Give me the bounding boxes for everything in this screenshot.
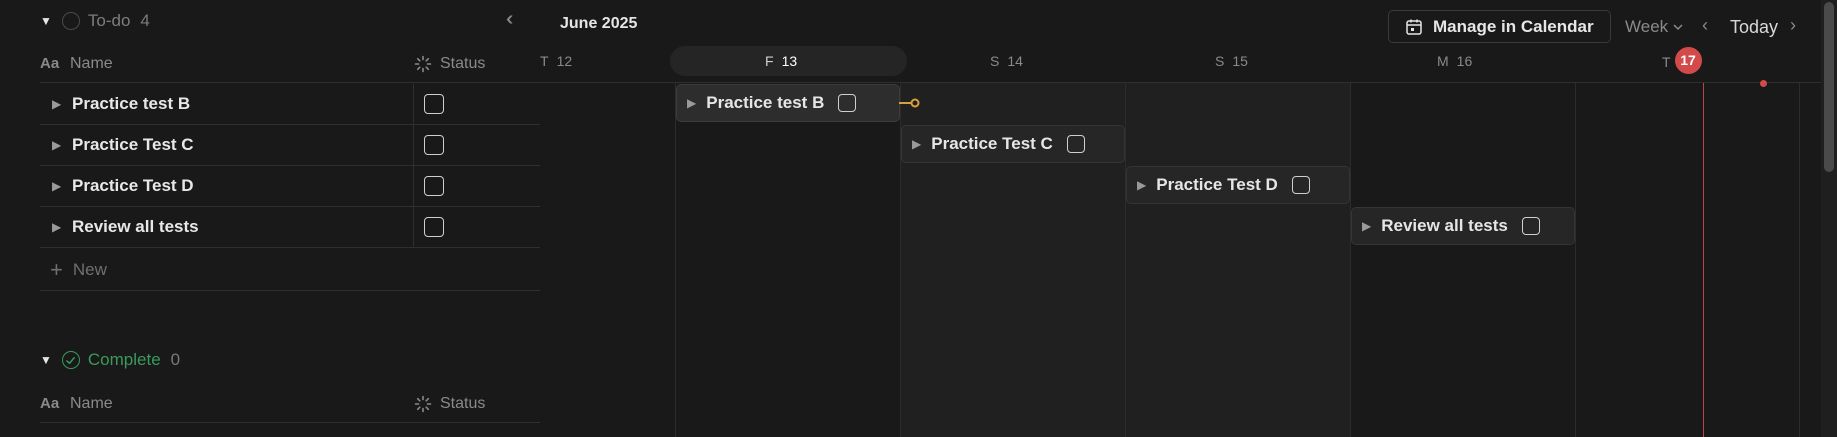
view-label: Week (1625, 17, 1669, 36)
collapse-triangle-icon[interactable]: ▼ (40, 353, 52, 367)
day-label: S 14 (990, 53, 1023, 69)
table-row[interactable]: ▶ Practice Test D (40, 166, 540, 207)
status-checkbox[interactable] (424, 135, 444, 155)
day-gridline (1350, 83, 1351, 437)
bar-label: Practice Test D (1156, 175, 1278, 194)
table-row[interactable]: ▶ Review all tests (40, 207, 540, 248)
new-row-button[interactable]: + New (40, 249, 540, 291)
status-checkbox[interactable] (424, 94, 444, 114)
group-label: To-do (87, 11, 131, 30)
vertical-scrollbar[interactable] (1821, 0, 1837, 437)
timeline-bar[interactable]: ▶ Practice Test D (1126, 166, 1350, 204)
chevron-right-icon[interactable]: › (1790, 15, 1796, 36)
manage-in-calendar-button[interactable]: Manage in Calendar (1388, 10, 1611, 43)
timeline-bar[interactable]: ▶ Practice Test C (901, 125, 1125, 163)
expand-triangle-icon[interactable]: ▶ (1137, 178, 1146, 192)
chevron-left-icon[interactable]: ‹ (1702, 15, 1708, 36)
expand-triangle-icon[interactable]: ▶ (1362, 219, 1371, 233)
column-header-status[interactable]: Status (440, 55, 485, 73)
group-header-complete[interactable]: ▼ Complete 0 (40, 345, 180, 375)
status-property-icon (414, 55, 432, 72)
table-header: Aa Name Status (40, 45, 540, 83)
view-dropdown[interactable]: Week (1625, 17, 1684, 37)
table-row[interactable]: ▶ Practice test B (40, 84, 540, 125)
complete-status-icon (61, 351, 80, 369)
todo-status-icon (61, 12, 80, 30)
row-name[interactable]: Practice Test D (72, 166, 414, 206)
bar-label: Review all tests (1381, 216, 1508, 235)
group-count: 0 (170, 350, 181, 369)
day-gridline (1125, 83, 1126, 437)
table-header: Aa Name Status (40, 385, 540, 423)
collapse-panel-icon[interactable]: ‹‹ (506, 8, 515, 31)
month-label: June 2025 (560, 15, 638, 32)
day-label-today: T 17 (1662, 47, 1702, 74)
text-property-icon: Aa (40, 395, 60, 412)
column-header-status[interactable]: Status (440, 395, 485, 413)
expand-triangle-icon[interactable]: ▶ (40, 97, 72, 111)
dependency-handle-icon[interactable] (899, 96, 921, 110)
status-property-icon (414, 395, 432, 412)
status-checkbox[interactable] (1066, 135, 1085, 153)
chevron-down-icon (1673, 24, 1683, 31)
column-header-name[interactable]: Name (70, 55, 113, 73)
status-checkbox[interactable] (1521, 217, 1540, 235)
day-label: S 15 (1215, 53, 1248, 69)
manage-label: Manage in Calendar (1433, 16, 1594, 36)
text-property-icon: Aa (40, 55, 60, 72)
bar-label: Practice Test C (931, 134, 1053, 153)
expand-triangle-icon[interactable]: ▶ (40, 179, 72, 193)
collapse-triangle-icon[interactable]: ▼ (40, 14, 52, 28)
status-checkbox[interactable] (1291, 176, 1310, 194)
bar-label: Practice test B (706, 93, 825, 112)
current-time-dot (1760, 80, 1767, 87)
row-name[interactable]: Practice test B (72, 84, 414, 124)
new-label: New (72, 259, 107, 279)
day-gridline (675, 83, 676, 437)
status-checkbox[interactable] (424, 176, 444, 196)
row-name[interactable]: Practice Test C (72, 125, 414, 165)
day-gridline (1799, 83, 1800, 437)
status-checkbox[interactable] (838, 94, 857, 112)
row-name[interactable]: Review all tests (72, 207, 414, 247)
timeline-bar[interactable]: ▶ Review all tests (1351, 207, 1575, 245)
calendar-icon (1406, 19, 1422, 35)
plus-icon: + (50, 256, 63, 282)
day-label: F 13 (765, 53, 798, 69)
group-count: 4 (140, 11, 150, 30)
day-label: T 12 (540, 53, 573, 69)
expand-triangle-icon[interactable]: ▶ (912, 137, 921, 151)
expand-triangle-icon[interactable]: ▶ (687, 96, 696, 110)
expand-triangle-icon[interactable]: ▶ (40, 220, 72, 234)
table-panel: ▼ To-do 4 ‹‹ Aa Name Status ▶ Practice t… (0, 0, 540, 437)
group-header-todo[interactable]: ▼ To-do 4 (40, 6, 150, 36)
day-gridline (1575, 83, 1576, 437)
today-button[interactable]: Today (1730, 17, 1778, 38)
column-header-name[interactable]: Name (70, 395, 113, 413)
today-marker-line (1703, 83, 1704, 437)
day-label: M 16 (1437, 53, 1473, 69)
day-header-strip: T 12 F 13 S 14 S 15 M 16 T 17 (540, 46, 1821, 78)
status-checkbox[interactable] (424, 217, 444, 237)
timeline-bar[interactable]: ▶ Practice test B (676, 84, 900, 122)
scrollbar-thumb[interactable] (1824, 2, 1834, 172)
table-row[interactable]: ▶ Practice Test C (40, 125, 540, 166)
timeline-panel: June 2025 Manage in Calendar Week ‹ Toda… (540, 0, 1821, 437)
expand-triangle-icon[interactable]: ▶ (40, 138, 72, 152)
group-label: Complete (87, 350, 161, 369)
